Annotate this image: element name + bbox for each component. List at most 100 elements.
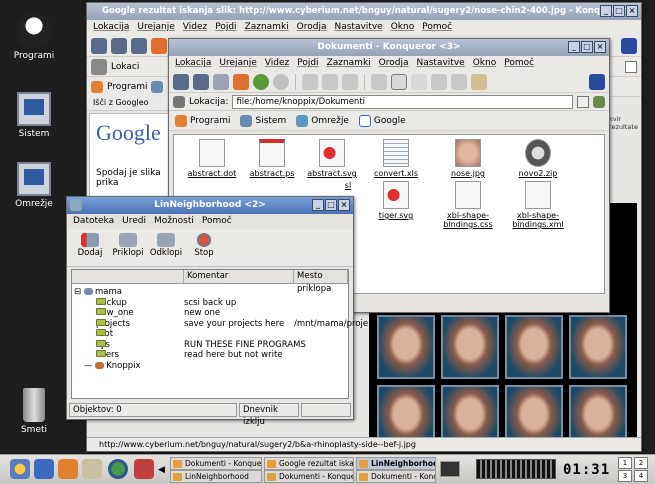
bookmark-google[interactable]: Google bbox=[358, 114, 406, 127]
menu-item[interactable]: Orodja bbox=[297, 22, 327, 33]
tree-row[interactable]: users read here but not write bbox=[72, 350, 348, 361]
file-item[interactable]: tiger.svg bbox=[364, 181, 428, 220]
linneighborhood-window[interactable]: LinNeighborhood <2> _ □ × Datoteka Uredi… bbox=[66, 196, 368, 427]
file-item[interactable]: abstract.dot bbox=[180, 139, 244, 178]
task-button[interactable]: LinNeighborhood < bbox=[356, 457, 436, 470]
utility-icon[interactable] bbox=[134, 459, 154, 479]
preview-icon[interactable] bbox=[471, 73, 487, 90]
desktop-icon-programs[interactable]: Programi bbox=[4, 14, 64, 61]
desktop-icon-trash[interactable]: Smeti bbox=[4, 388, 64, 435]
system-tray-icon[interactable] bbox=[440, 461, 460, 477]
result-thumbnail[interactable] bbox=[569, 315, 627, 379]
menu-item[interactable]: Orodja bbox=[379, 58, 409, 69]
menu-item[interactable]: Pomoč bbox=[202, 216, 232, 227]
google-search-tab[interactable]: Išči z Googleo bbox=[93, 98, 149, 107]
window-titlebar[interactable]: LinNeighborhood <2> _ □ × bbox=[67, 197, 353, 214]
menu-item[interactable]: Pomoč bbox=[422, 22, 452, 33]
column-header[interactable] bbox=[72, 270, 184, 283]
pager-desktop[interactable]: 2 bbox=[634, 457, 648, 469]
menu-item[interactable]: Pojdi bbox=[215, 22, 236, 33]
network-tree-view[interactable]: Komentar Mesto priklopa ⊟ mama backup sc… bbox=[71, 269, 368, 399]
tree-row[interactable]: projects save your projects here /mnt/ma… bbox=[72, 318, 368, 330]
location-input[interactable]: file:/home/knoppix/Dokumenti bbox=[232, 94, 573, 109]
add-button[interactable]: Dodaj bbox=[73, 231, 107, 264]
tab-google[interactable]: Išči z Googleo bbox=[87, 95, 177, 111]
task-button[interactable]: Dokumenti - Konquer bbox=[356, 470, 436, 483]
menu-item[interactable]: Okno bbox=[473, 58, 497, 69]
bookmark-system[interactable]: Sistem bbox=[240, 114, 286, 127]
pager-desktop[interactable]: 4 bbox=[634, 470, 648, 482]
tree-row[interactable]: root bbox=[72, 329, 348, 340]
result-thumbnail[interactable] bbox=[441, 315, 499, 379]
copy-icon[interactable] bbox=[322, 73, 338, 90]
window-titlebar[interactable]: Google rezultat iskanja slik: http://www… bbox=[87, 3, 641, 20]
go-icon[interactable] bbox=[593, 95, 605, 108]
reload-icon[interactable] bbox=[253, 73, 269, 90]
paste-icon[interactable] bbox=[342, 73, 358, 90]
pager-desktop[interactable]: 3 bbox=[618, 470, 632, 482]
menu-item[interactable]: Zaznamki bbox=[327, 58, 371, 69]
file-item[interactable]: novo2.zip bbox=[506, 139, 570, 178]
column-header[interactable]: Komentar bbox=[184, 270, 294, 283]
menu-item[interactable]: Pomoč bbox=[504, 58, 534, 69]
konqueror-gear-icon[interactable] bbox=[621, 37, 637, 54]
menu-item[interactable]: Urejanje bbox=[219, 58, 256, 69]
cut-icon[interactable] bbox=[302, 73, 318, 90]
desktop-icon-network[interactable]: Omrežje bbox=[4, 162, 64, 209]
menu-item[interactable]: Možnosti bbox=[154, 216, 194, 227]
up-icon[interactable] bbox=[91, 37, 107, 54]
file-item[interactable]: abstract.ps bbox=[240, 139, 304, 178]
icon-view-icon[interactable] bbox=[391, 73, 407, 90]
menu-item[interactable]: Videz bbox=[265, 58, 289, 69]
konqueror-gear-icon[interactable] bbox=[589, 73, 605, 90]
menu-item[interactable]: Lokacija bbox=[175, 58, 211, 69]
maximize-button[interactable]: □ bbox=[581, 41, 593, 53]
menu-item[interactable]: Datoteka bbox=[73, 216, 114, 227]
kmenu-icon[interactable] bbox=[10, 459, 30, 479]
menu-item[interactable]: Pojdi bbox=[297, 58, 318, 69]
file-item[interactable]: xbl-shape-bindings.css bbox=[436, 181, 500, 229]
file-item[interactable]: convert.xls bbox=[364, 139, 428, 178]
menu-item[interactable]: Lokacija bbox=[93, 22, 129, 33]
home-icon[interactable] bbox=[151, 37, 167, 54]
list-view-icon[interactable] bbox=[411, 73, 427, 90]
close-button[interactable]: × bbox=[594, 41, 606, 53]
task-button[interactable]: Google rezultat iskanja bbox=[264, 457, 354, 470]
tree-expander[interactable]: ⊟ bbox=[74, 287, 81, 298]
minimize-button[interactable]: _ bbox=[312, 199, 324, 211]
back-icon[interactable] bbox=[111, 37, 127, 54]
file-item[interactable]: xbl-shape-bindings.xml bbox=[506, 181, 570, 229]
close-button[interactable]: × bbox=[338, 199, 350, 211]
menu-item[interactable]: Uredi bbox=[122, 216, 146, 227]
window-titlebar[interactable]: Dokumenti - Konqueror <3> _ □ × bbox=[169, 39, 609, 56]
back-icon[interactable] bbox=[193, 73, 209, 90]
minimize-button[interactable]: _ bbox=[600, 5, 612, 17]
desktop-icon[interactable] bbox=[34, 459, 54, 479]
bookmark-programs[interactable]: Programi bbox=[175, 114, 230, 127]
task-button[interactable]: LinNeighborhood bbox=[170, 470, 262, 483]
result-thumbnail[interactable] bbox=[505, 315, 563, 379]
home-icon[interactable] bbox=[58, 459, 78, 479]
maximize-button[interactable]: □ bbox=[325, 199, 337, 211]
clock[interactable]: 01:31 bbox=[563, 462, 610, 478]
clear-location-icon[interactable] bbox=[173, 95, 185, 108]
scroll-arrow-icon[interactable]: ◀ bbox=[158, 465, 165, 475]
task-button[interactable]: Dokumenti - Konquer bbox=[264, 470, 354, 483]
zoom-out-icon[interactable] bbox=[451, 73, 467, 90]
forward-icon[interactable] bbox=[131, 37, 147, 54]
stop-button[interactable]: Stop bbox=[187, 231, 221, 264]
menu-item[interactable]: Urejanje bbox=[137, 22, 174, 33]
tree-row[interactable]: — Knoppix bbox=[72, 361, 348, 372]
menu-item[interactable]: Videz bbox=[183, 22, 207, 33]
file-item[interactable]: nose.jpg bbox=[436, 139, 500, 178]
menu-item[interactable]: Nastavitve bbox=[335, 22, 383, 33]
minimize-button[interactable]: _ bbox=[568, 41, 580, 53]
forward-icon[interactable] bbox=[213, 73, 229, 90]
bookmark-network[interactable]: Omrežje bbox=[296, 114, 349, 127]
clear-location-icon[interactable] bbox=[91, 58, 107, 75]
result-thumbnail[interactable] bbox=[377, 315, 435, 379]
unmount-button[interactable]: Odklopi bbox=[149, 231, 183, 264]
location-dropdown[interactable] bbox=[577, 95, 589, 108]
tree-row[interactable]: new_one new one bbox=[72, 308, 348, 319]
home-icon[interactable] bbox=[233, 73, 249, 90]
